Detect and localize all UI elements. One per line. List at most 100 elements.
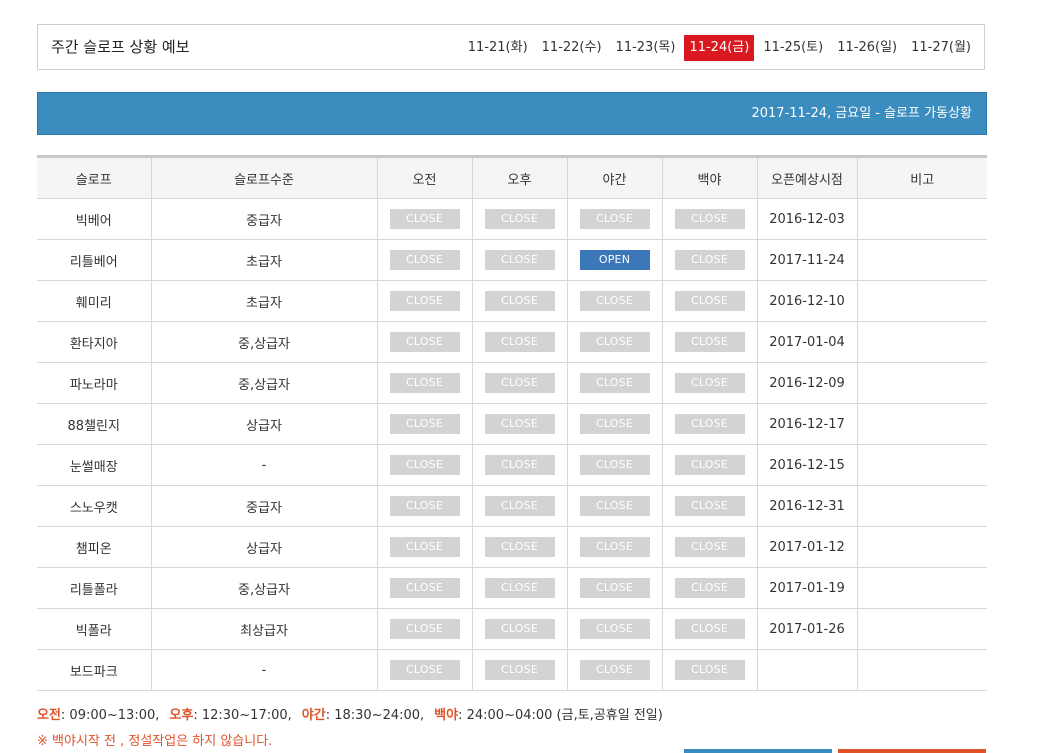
night-status-badge: CLOSE	[579, 537, 650, 557]
date-tab[interactable]: 11-26(일)	[832, 35, 902, 61]
late-night-status-badge: CLOSE	[674, 496, 745, 516]
table-row: 빅폴라 최상급자 CLOSE CLOSE CLOSE CLOSE 2017-01-26	[37, 608, 987, 650]
am-status-badge: CLOSE	[389, 291, 460, 311]
note	[856, 485, 987, 527]
header-pm: 오후	[471, 156, 568, 199]
am-status-cell: CLOSE	[376, 362, 473, 404]
table-row: 챔피온 상급자 CLOSE CLOSE CLOSE CLOSE 2017-01-12	[37, 526, 987, 568]
open-date: 2016-12-10	[756, 280, 858, 322]
pm-status-badge: CLOSE	[484, 660, 555, 680]
legend-key: 야간	[301, 708, 326, 723]
night-status-badge: CLOSE	[579, 578, 650, 598]
note	[856, 444, 987, 486]
slope-name: 스노우캣	[37, 485, 152, 527]
header-level: 슬로프수준	[150, 156, 378, 199]
night-status-badge: CLOSE	[579, 660, 650, 680]
night-status-badge: CLOSE	[579, 496, 650, 516]
date-tab[interactable]: 11-22(수)	[537, 35, 607, 61]
pm-status-cell: CLOSE	[471, 321, 568, 363]
pm-status-cell: CLOSE	[471, 403, 568, 445]
late-night-status-badge: CLOSE	[674, 291, 745, 311]
night-status-badge: CLOSE	[579, 332, 650, 352]
slope-level: 중,상급자	[150, 321, 378, 363]
pm-status-cell: CLOSE	[471, 239, 568, 281]
slope-level: 중,상급자	[150, 567, 378, 609]
night-status-cell: CLOSE	[566, 198, 663, 240]
slope-level: 상급자	[150, 403, 378, 445]
open-date: 2016-12-31	[756, 485, 858, 527]
late-night-status-cell: CLOSE	[661, 239, 758, 281]
night-status-badge: OPEN	[579, 250, 650, 270]
late-night-status-cell: CLOSE	[661, 403, 758, 445]
date-tab[interactable]: 11-25(토)	[758, 35, 828, 61]
late-night-status-cell: CLOSE	[661, 444, 758, 486]
date-tab[interactable]: 11-27(월)	[906, 35, 976, 61]
am-status-badge: CLOSE	[389, 537, 460, 557]
slope-name: 보드파크	[37, 649, 152, 691]
status-banner: 2017-11-24, 금요일 - 슬로프 가동상황	[37, 92, 987, 135]
slope-name: 88챌린지	[37, 403, 152, 445]
table-header-row: 슬로프 슬로프수준 오전 오후 야간 백야 오픈예상시점 비고	[37, 156, 987, 199]
note	[856, 403, 987, 445]
late-night-status-cell: CLOSE	[661, 280, 758, 322]
open-date: 2017-01-19	[756, 567, 858, 609]
am-status-badge: CLOSE	[389, 660, 460, 680]
date-tab[interactable]: 11-23(목)	[611, 35, 681, 61]
note	[856, 567, 987, 609]
am-status-badge: CLOSE	[389, 414, 460, 434]
slope-level: 초급자	[150, 239, 378, 281]
night-status-cell: CLOSE	[566, 321, 663, 363]
pm-status-cell: CLOSE	[471, 567, 568, 609]
table-row: 파노라마 중,상급자 CLOSE CLOSE CLOSE CLOSE 2016-12-09	[37, 362, 987, 404]
slope-name: 빅베어	[37, 198, 152, 240]
note	[856, 608, 987, 650]
date-tab[interactable]: 11-24(금)	[684, 35, 755, 61]
am-status-cell: CLOSE	[376, 608, 473, 650]
pm-status-cell: CLOSE	[471, 485, 568, 527]
bottom-button-orange[interactable]	[838, 749, 986, 753]
am-status-badge: CLOSE	[389, 619, 460, 639]
am-status-cell: CLOSE	[376, 567, 473, 609]
slope-name: 리틀폴라	[37, 567, 152, 609]
header-night: 야간	[566, 156, 663, 199]
pm-status-badge: CLOSE	[484, 291, 555, 311]
slope-level: 상급자	[150, 526, 378, 568]
pm-status-badge: CLOSE	[484, 332, 555, 352]
slope-name: 빅폴라	[37, 608, 152, 650]
note	[856, 362, 987, 404]
slope-level: 최상급자	[150, 608, 378, 650]
slope-level: -	[150, 444, 378, 486]
slope-level: 중급자	[150, 198, 378, 240]
table-row: 눈썰매장 - CLOSE CLOSE CLOSE CLOSE 2016-12-15	[37, 444, 987, 486]
pm-status-cell: CLOSE	[471, 362, 568, 404]
night-status-cell: CLOSE	[566, 567, 663, 609]
note	[856, 239, 987, 281]
am-status-cell: CLOSE	[376, 198, 473, 240]
late-night-status-cell: CLOSE	[661, 526, 758, 568]
night-status-cell: CLOSE	[566, 280, 663, 322]
am-status-cell: CLOSE	[376, 321, 473, 363]
date-tab[interactable]: 11-21(화)	[463, 35, 533, 61]
late-night-status-cell: CLOSE	[661, 362, 758, 404]
night-status-cell: CLOSE	[566, 362, 663, 404]
table-row: 보드파크 - CLOSE CLOSE CLOSE CLOSE	[37, 649, 987, 691]
late-night-status-badge: CLOSE	[674, 250, 745, 270]
slope-level: 중,상급자	[150, 362, 378, 404]
legend-key: 오전	[37, 708, 61, 723]
slope-name: 챔피온	[37, 526, 152, 568]
late-night-status-badge: CLOSE	[674, 619, 745, 639]
late-night-status-badge: CLOSE	[674, 578, 745, 598]
late-night-status-badge: CLOSE	[674, 660, 745, 680]
table-row: 리틀폴라 중,상급자 CLOSE CLOSE CLOSE CLOSE 2017-01-19	[37, 567, 987, 609]
legend-value: : 12:30~17:00,	[193, 708, 292, 723]
pm-status-cell: CLOSE	[471, 280, 568, 322]
header-am: 오전	[376, 156, 473, 199]
open-date: 2017-11-24	[756, 239, 858, 281]
late-night-status-badge: CLOSE	[674, 332, 745, 352]
slope-name: 파노라마	[37, 362, 152, 404]
late-night-status-cell: CLOSE	[661, 608, 758, 650]
table-row: 훼미리 초급자 CLOSE CLOSE CLOSE CLOSE 2016-12-10	[37, 280, 987, 322]
night-status-badge: CLOSE	[579, 455, 650, 475]
table-row: 88챌린지 상급자 CLOSE CLOSE CLOSE CLOSE 2016-12-17	[37, 403, 987, 445]
bottom-button-blue[interactable]	[684, 749, 832, 753]
